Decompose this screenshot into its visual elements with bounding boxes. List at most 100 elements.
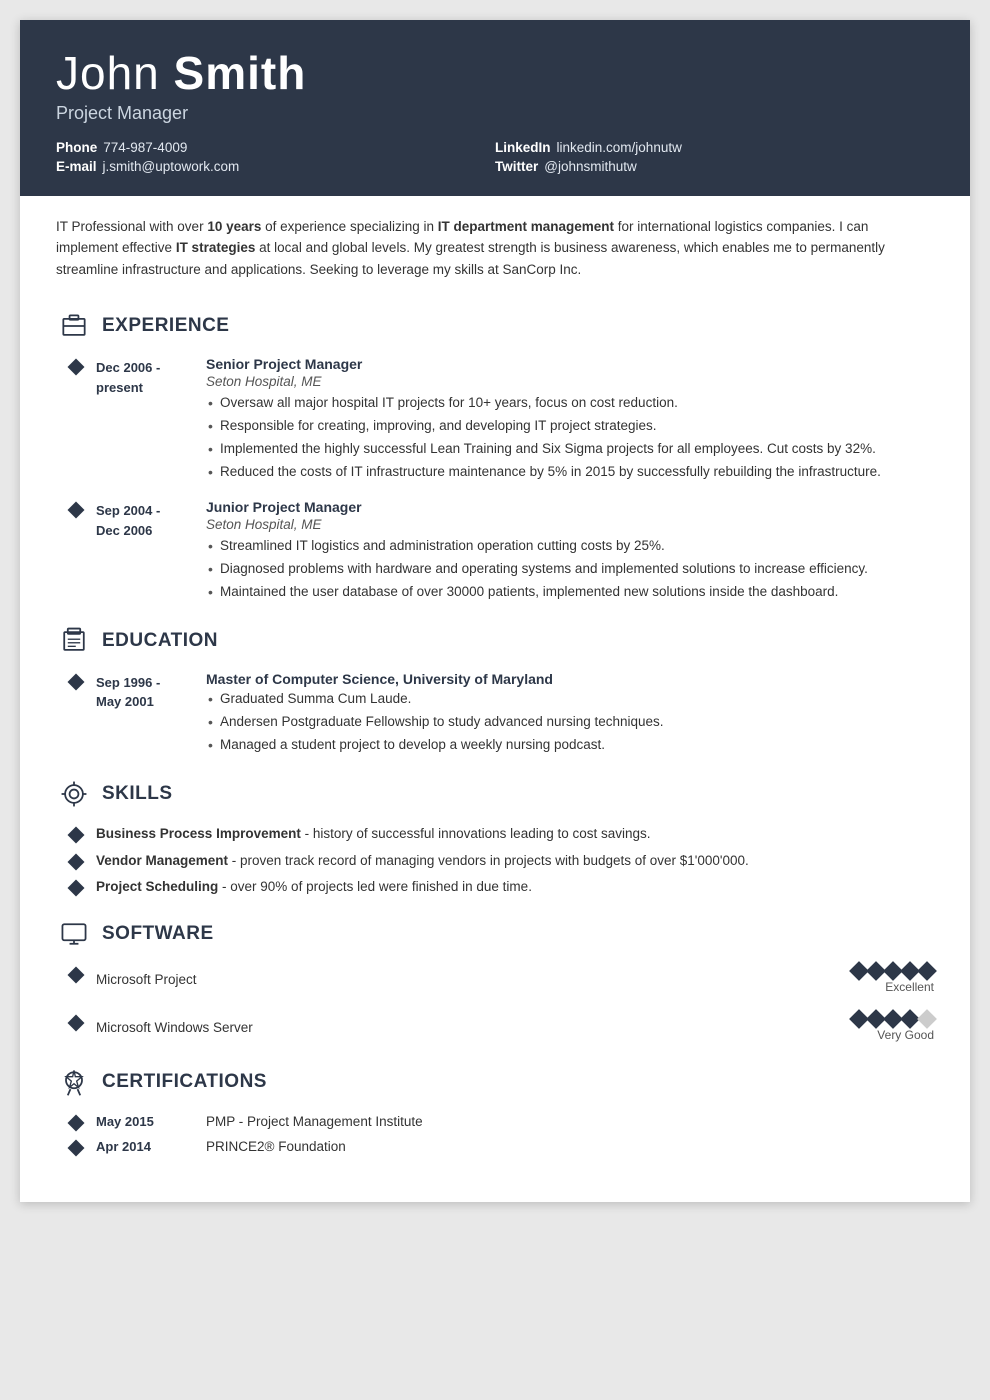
cert-bullet-1 xyxy=(56,1112,96,1129)
sw2-name: Microsoft Windows Server xyxy=(96,1020,814,1035)
twitter-value: @johnsmithutw xyxy=(544,159,637,174)
experience-icon xyxy=(56,308,92,344)
sw-bullet-2 xyxy=(56,1012,96,1046)
resume-container: John Smith Project Manager Phone774-987-… xyxy=(20,20,970,1202)
sw1-name: Microsoft Project xyxy=(96,972,814,987)
exp2-date: Sep 2004 -Dec 2006 xyxy=(96,499,206,605)
edu-bullet-1: Graduated Summa Cum Laude. xyxy=(206,689,934,710)
cert-entry-2: Apr 2014 PRINCE2® Foundation xyxy=(56,1137,934,1154)
header-contact: Phone 774-987-4009 LinkedInlinkedin.com/j… xyxy=(56,140,934,174)
exp1-date: Dec 2006 -present xyxy=(96,356,206,485)
exp1-company: Seton Hospital, ME xyxy=(206,374,934,389)
education-icon xyxy=(56,623,92,659)
skills-section: SKILLS Business Process Improvement - hi… xyxy=(56,776,934,899)
first-name: John xyxy=(56,47,160,99)
sw1-row: Microsoft Project Excellent xyxy=(96,964,934,994)
exp2-company: Seton Hospital, ME xyxy=(206,517,934,532)
cert2-date: Apr 2014 xyxy=(96,1137,206,1154)
sw1-dots xyxy=(852,964,934,978)
certifications-header: CERTIFICATIONS xyxy=(56,1064,934,1100)
sw1-rating: Excellent xyxy=(814,964,934,994)
sw1-label: Excellent xyxy=(885,980,934,994)
sw-bullet-1 xyxy=(56,964,96,998)
skill-2-content: Vendor Management - proven track record … xyxy=(96,851,934,872)
experience-header: EXPERIENCE xyxy=(56,308,934,344)
software-icon xyxy=(56,916,92,952)
skill-3-desc: - over 90% of projects led were finished… xyxy=(218,879,532,894)
skill-bullet-2 xyxy=(56,851,96,868)
skill-1: Business Process Improvement - history o… xyxy=(56,824,934,845)
software-section: SOFTWARE Microsoft Project xyxy=(56,916,934,1046)
certifications-title: CERTIFICATIONS xyxy=(102,1071,267,1093)
experience-section: EXPERIENCE Dec 2006 -present Senior Proj… xyxy=(56,308,934,604)
cert2-desc: PRINCE2® Foundation xyxy=(206,1137,346,1154)
exp2-bullet-2: Diagnosed problems with hardware and ope… xyxy=(206,559,934,580)
email-value: j.smith@uptowork.com xyxy=(103,159,240,174)
cert-bullet-2 xyxy=(56,1137,96,1154)
sw2-dots xyxy=(852,1012,934,1026)
edu-bullet-3: Managed a student project to develop a w… xyxy=(206,735,934,756)
skill-2-desc: - proven track record of managing vendor… xyxy=(228,853,749,868)
exp1-bullet-2: Responsible for creating, improving, and… xyxy=(206,416,934,437)
exp1-bullets: Oversaw all major hospital IT projects f… xyxy=(206,393,934,483)
skill-2: Vendor Management - proven track record … xyxy=(56,851,934,872)
exp2-bullets: Streamlined IT logistics and administrat… xyxy=(206,536,934,603)
certifications-section: CERTIFICATIONS May 2015 PMP - Project Ma… xyxy=(56,1064,934,1154)
edu-date: Sep 1996 -May 2001 xyxy=(96,671,206,758)
edu-bullets: Graduated Summa Cum Laude. Andersen Post… xyxy=(206,689,934,756)
skills-icon xyxy=(56,776,92,812)
edu-bullet-2: Andersen Postgraduate Fellowship to stud… xyxy=(206,712,934,733)
software-title: SOFTWARE xyxy=(102,923,214,945)
exp2-bullet-1: Streamlined IT logistics and administrat… xyxy=(206,536,934,557)
exp1-content: Senior Project Manager Seton Hospital, M… xyxy=(206,356,934,485)
sw1-content: Microsoft Project Excellent xyxy=(96,964,934,998)
twitter-label: Twitter xyxy=(495,159,538,174)
exp2-bullet-3: Maintained the user database of over 300… xyxy=(206,582,934,603)
exp1-bullet-3: Implemented the highly successful Lean T… xyxy=(206,439,934,460)
cert1-date: May 2015 xyxy=(96,1112,206,1129)
phone-label: Phone xyxy=(56,140,97,155)
email-label: E-mail xyxy=(56,159,97,174)
resume-header: John Smith Project Manager Phone774-987-… xyxy=(20,20,970,196)
skill-3-name: Project Scheduling xyxy=(96,879,218,894)
sw2-dot-5 xyxy=(917,1009,937,1029)
linkedin-item: LinkedInlinkedin.com/johnutw xyxy=(495,140,934,155)
cert-entry-1: May 2015 PMP - Project Management Instit… xyxy=(56,1112,934,1129)
skills-header: SKILLS xyxy=(56,776,934,812)
experience-entry-1: Dec 2006 -present Senior Project Manager… xyxy=(56,356,934,485)
software-entry-1: Microsoft Project Excellent xyxy=(56,964,934,998)
dot-5 xyxy=(917,961,937,981)
skill-bullet-1 xyxy=(56,824,96,841)
bullet-2 xyxy=(56,499,96,605)
skill-1-name: Business Process Improvement xyxy=(96,826,301,841)
exp1-bullet-1: Oversaw all major hospital IT projects f… xyxy=(206,393,934,414)
skill-bullet-3 xyxy=(56,877,96,894)
last-name: Smith xyxy=(174,47,307,99)
education-title: EDUCATION xyxy=(102,630,218,652)
education-section: EDUCATION Sep 1996 -May 2001 Master of C… xyxy=(56,623,934,758)
skill-3-content: Project Scheduling - over 90% of project… xyxy=(96,877,934,898)
twitter-item: Twitter @johnsmithutw xyxy=(495,159,934,174)
sw2-content: Microsoft Windows Server Very Good xyxy=(96,1012,934,1046)
experience-title: EXPERIENCE xyxy=(102,315,229,337)
phone-item: Phone 774-987-4009 xyxy=(56,140,495,155)
resume-body: IT Professional with over 10 years of ex… xyxy=(20,196,970,1203)
edu-bullet-1 xyxy=(56,671,96,758)
skill-1-content: Business Process Improvement - history o… xyxy=(96,824,934,845)
linkedin-value: linkedin.com/johnutw xyxy=(557,140,682,155)
experience-entry-2: Sep 2004 -Dec 2006 Junior Project Manage… xyxy=(56,499,934,605)
edu-content: Master of Computer Science, University o… xyxy=(206,671,934,758)
phone-value: 774-987-4009 xyxy=(103,140,187,155)
sw2-rating: Very Good xyxy=(814,1012,934,1042)
education-header: EDUCATION xyxy=(56,623,934,659)
certifications-icon xyxy=(56,1064,92,1100)
skill-3: Project Scheduling - over 90% of project… xyxy=(56,877,934,898)
sw2-row: Microsoft Windows Server Very Good xyxy=(96,1012,934,1042)
exp1-bullet-4: Reduced the costs of IT infrastructure m… xyxy=(206,462,934,483)
software-header: SOFTWARE xyxy=(56,916,934,952)
software-entry-2: Microsoft Windows Server Very Good xyxy=(56,1012,934,1046)
skill-2-name: Vendor Management xyxy=(96,853,228,868)
exp2-content: Junior Project Manager Seton Hospital, M… xyxy=(206,499,934,605)
summary-section: IT Professional with over 10 years of ex… xyxy=(56,216,934,291)
education-entry-1: Sep 1996 -May 2001 Master of Computer Sc… xyxy=(56,671,934,758)
